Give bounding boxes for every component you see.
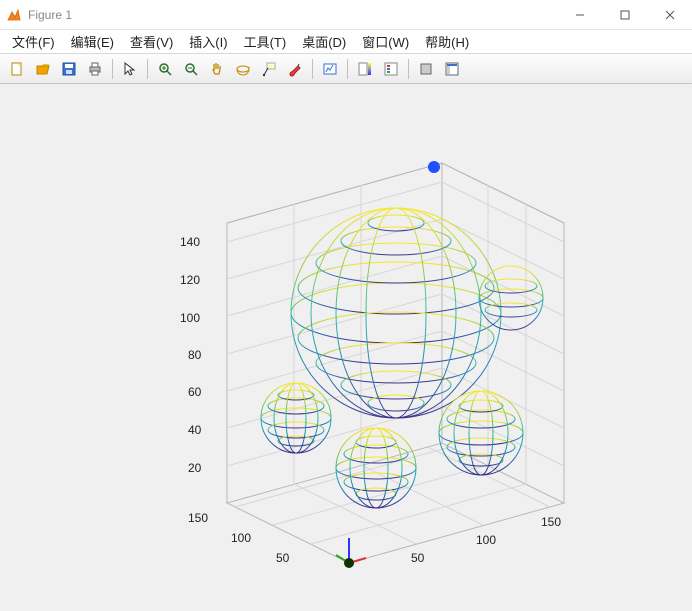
link-plot-button[interactable]	[318, 57, 342, 81]
new-figure-button[interactable]	[5, 57, 29, 81]
z-tick: 120	[180, 273, 200, 287]
x-tick: 100	[476, 533, 496, 547]
menu-insert[interactable]: 插入(I)	[181, 30, 235, 53]
axes-3d-svg	[66, 123, 626, 573]
pan-button[interactable]	[205, 57, 229, 81]
x-tick: 150	[541, 515, 561, 529]
menu-window[interactable]: 窗口(W)	[354, 30, 417, 53]
z-tick: 80	[188, 348, 201, 362]
z-tick: 20	[188, 461, 201, 475]
z-tick: 40	[188, 423, 201, 437]
toolbar-separator	[347, 59, 348, 79]
zoom-out-button[interactable]	[179, 57, 203, 81]
window-title: Figure 1	[28, 8, 557, 22]
toolbar-separator	[112, 59, 113, 79]
close-button[interactable]	[647, 0, 692, 30]
save-button[interactable]	[57, 57, 81, 81]
y-tick: 100	[231, 531, 251, 545]
menu-view[interactable]: 查看(V)	[122, 30, 181, 53]
y-tick: 50	[276, 551, 289, 565]
insert-colorbar-button[interactable]	[353, 57, 377, 81]
toolbar-separator	[147, 59, 148, 79]
rotate-3d-button[interactable]	[231, 57, 255, 81]
x-tick: 50	[411, 551, 424, 565]
menu-edit[interactable]: 编辑(E)	[63, 30, 122, 53]
maximize-button[interactable]	[602, 0, 647, 30]
toolbar	[0, 54, 692, 84]
marker-origin	[344, 558, 354, 568]
zoom-in-button[interactable]	[153, 57, 177, 81]
open-button[interactable]	[31, 57, 55, 81]
brush-button[interactable]	[283, 57, 307, 81]
minimize-button[interactable]	[557, 0, 602, 30]
insert-legend-button[interactable]	[379, 57, 403, 81]
z-tick: 100	[180, 311, 200, 325]
sphere-back-left	[261, 383, 331, 453]
print-button[interactable]	[83, 57, 107, 81]
hide-plot-tools-button[interactable]	[414, 57, 438, 81]
toolbar-separator	[312, 59, 313, 79]
z-tick: 140	[180, 235, 200, 249]
data-cursor-button[interactable]	[257, 57, 281, 81]
toolbar-separator	[408, 59, 409, 79]
menu-tools[interactable]: 工具(T)	[236, 30, 295, 53]
sphere-large	[291, 208, 501, 418]
title-bar: Figure 1	[0, 0, 692, 30]
y-tick: 150	[188, 511, 208, 525]
z-tick: 60	[188, 385, 201, 399]
menu-bar: 文件(F) 编辑(E) 查看(V) 插入(I) 工具(T) 桌面(D) 窗口(W…	[0, 30, 692, 54]
figure-canvas-area: 20 40 60 80 100 120 140 50 100 150 50 10…	[0, 84, 692, 611]
matlab-figure-icon	[6, 7, 22, 23]
sphere-back-right	[479, 266, 543, 330]
marker-top	[428, 161, 440, 173]
axes-3d[interactable]: 20 40 60 80 100 120 140 50 100 150 50 10…	[66, 123, 626, 573]
menu-file[interactable]: 文件(F)	[4, 30, 63, 53]
menu-desktop[interactable]: 桌面(D)	[294, 30, 354, 53]
edit-plot-button[interactable]	[118, 57, 142, 81]
menu-help[interactable]: 帮助(H)	[417, 30, 477, 53]
show-plot-tools-button[interactable]	[440, 57, 464, 81]
